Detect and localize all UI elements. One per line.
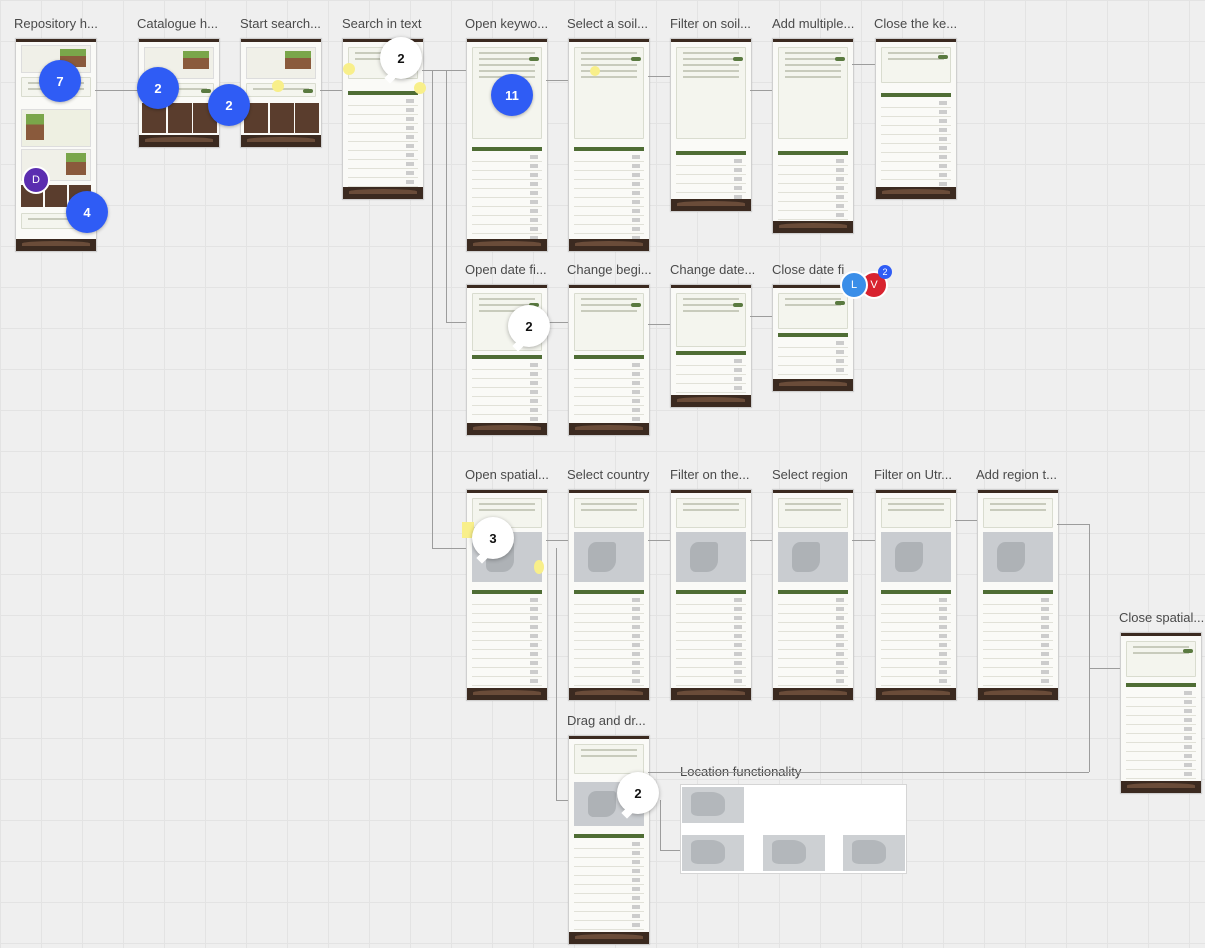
frame-title-change-date[interactable]: Change date... bbox=[670, 262, 755, 277]
connector bbox=[446, 70, 447, 322]
sticky-note[interactable] bbox=[343, 63, 355, 75]
connector bbox=[556, 548, 557, 800]
collaborator-count-badge: 2 bbox=[878, 265, 892, 279]
connector bbox=[446, 322, 466, 323]
frame-start-search[interactable] bbox=[240, 38, 322, 148]
frame-close-spatial[interactable] bbox=[1120, 632, 1202, 794]
frame-open-keyword[interactable] bbox=[466, 38, 548, 252]
frame-add-multiple[interactable] bbox=[772, 38, 854, 234]
frame-select-country[interactable] bbox=[568, 489, 650, 701]
connector bbox=[750, 90, 772, 91]
frame-title-drag-drop[interactable]: Drag and dr... bbox=[567, 713, 646, 728]
location-functionality-frame[interactable] bbox=[680, 784, 907, 874]
frame-title-select-region[interactable]: Select region bbox=[772, 467, 848, 482]
frame-filter-on-the[interactable] bbox=[670, 489, 752, 701]
frame-title-catalogue-home[interactable]: Catalogue h... bbox=[137, 16, 218, 31]
frame-title-filter-on-the[interactable]: Filter on the... bbox=[670, 467, 749, 482]
frame-title-open-date[interactable]: Open date fi... bbox=[465, 262, 547, 277]
connector bbox=[422, 70, 466, 71]
connector bbox=[432, 70, 433, 548]
connector bbox=[320, 90, 342, 91]
comment-bubble[interactable]: 2 bbox=[137, 67, 179, 109]
location-map-3 bbox=[763, 835, 825, 871]
frame-close-keyword[interactable] bbox=[875, 38, 957, 200]
connector bbox=[1089, 668, 1120, 669]
frame-filter-soil[interactable] bbox=[670, 38, 752, 212]
connector bbox=[546, 540, 568, 541]
frame-add-region[interactable] bbox=[977, 489, 1059, 701]
collaborator-avatar[interactable]: L bbox=[840, 271, 868, 299]
sticky-note[interactable] bbox=[414, 82, 426, 94]
frame-title-start-search[interactable]: Start search... bbox=[240, 16, 321, 31]
frame-select-soil[interactable] bbox=[568, 38, 650, 252]
whiteboard-canvas[interactable]: Repository h... Catalogue h... Start sea… bbox=[0, 0, 1205, 948]
connector bbox=[852, 64, 875, 65]
sticky-note[interactable] bbox=[272, 80, 284, 92]
frame-title-select-soil[interactable]: Select a soil... bbox=[567, 16, 648, 31]
location-map-4 bbox=[843, 835, 905, 871]
connector bbox=[556, 800, 568, 801]
frame-change-begin[interactable] bbox=[568, 284, 650, 436]
frame-title-filter-utrecht[interactable]: Filter on Utr... bbox=[874, 467, 952, 482]
location-map-2 bbox=[682, 835, 744, 871]
comment-bubble[interactable]: 3 bbox=[472, 517, 514, 559]
frame-title-add-multiple[interactable]: Add multiple... bbox=[772, 16, 854, 31]
comment-bubble[interactable]: 2 bbox=[617, 772, 659, 814]
comment-bubble[interactable]: 2 bbox=[380, 37, 422, 79]
comment-bubble[interactable]: 7 bbox=[39, 60, 81, 102]
frame-title-search-in-text[interactable]: Search in text bbox=[342, 16, 422, 31]
connector bbox=[432, 548, 466, 549]
connector bbox=[660, 850, 680, 851]
frame-title-close-date[interactable]: Close date fi bbox=[772, 262, 844, 277]
connector bbox=[1057, 524, 1089, 525]
frame-title-open-keyword[interactable]: Open keywo... bbox=[465, 16, 548, 31]
frame-title-close-spatial[interactable]: Close spatial... bbox=[1119, 610, 1204, 625]
connector bbox=[750, 540, 772, 541]
frame-title-add-region[interactable]: Add region t... bbox=[976, 467, 1057, 482]
connector bbox=[852, 540, 875, 541]
frame-filter-utrecht[interactable] bbox=[875, 489, 957, 701]
comment-bubble[interactable]: 2 bbox=[508, 305, 550, 347]
frame-close-date[interactable] bbox=[772, 284, 854, 392]
frame-title-repository-home[interactable]: Repository h... bbox=[14, 16, 98, 31]
frame-title-change-begin[interactable]: Change begi... bbox=[567, 262, 652, 277]
frame-open-spatial[interactable] bbox=[466, 489, 548, 701]
frame-drag-drop[interactable] bbox=[568, 735, 650, 945]
frame-select-region[interactable] bbox=[772, 489, 854, 701]
connector bbox=[95, 90, 138, 91]
comment-bubble[interactable]: 4 bbox=[66, 191, 108, 233]
comment-bubble[interactable]: 11 bbox=[491, 74, 533, 116]
connector bbox=[648, 324, 670, 325]
collaborator-avatar[interactable]: D bbox=[22, 166, 50, 194]
comment-bubble[interactable]: 2 bbox=[208, 84, 250, 126]
frame-title-select-country[interactable]: Select country bbox=[567, 467, 649, 482]
frame-title-open-spatial[interactable]: Open spatial... bbox=[465, 467, 549, 482]
connector bbox=[1089, 524, 1090, 772]
frame-title-filter-soil[interactable]: Filter on soil... bbox=[670, 16, 751, 31]
frame-change-date[interactable] bbox=[670, 284, 752, 408]
location-map-1 bbox=[682, 787, 744, 823]
connector bbox=[546, 80, 568, 81]
sticky-note[interactable] bbox=[590, 66, 600, 76]
frame-title-close-keyword[interactable]: Close the ke... bbox=[874, 16, 957, 31]
sticky-note[interactable] bbox=[534, 560, 544, 574]
connector bbox=[648, 772, 1089, 773]
connector bbox=[660, 800, 661, 850]
connector bbox=[648, 76, 670, 77]
connector bbox=[750, 316, 772, 317]
connector bbox=[648, 540, 670, 541]
connector bbox=[955, 520, 977, 521]
